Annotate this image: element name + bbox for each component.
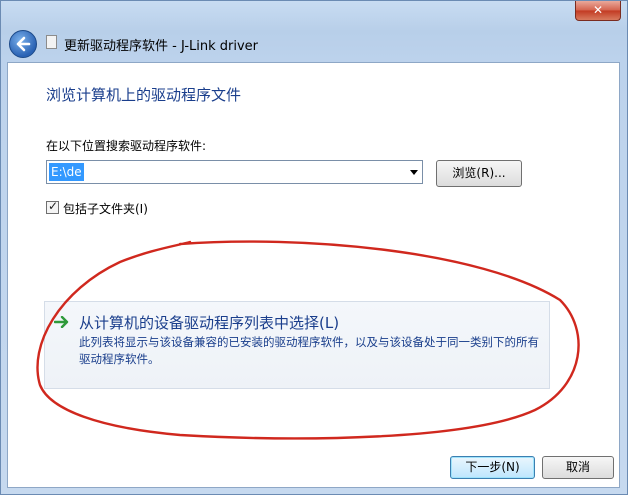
chevron-down-icon[interactable] [410,170,418,175]
back-arrow-icon [16,36,31,52]
search-location-label: 在以下位置搜索驱动程序软件: [46,139,207,153]
green-arrow-icon [54,316,69,328]
content-panel [7,62,620,488]
page-heading: 浏览计算机上的驱动程序文件 [46,86,242,104]
include-subfolders-checkbox[interactable]: ✓ [46,199,59,214]
close-button[interactable]: ✕ [575,1,621,21]
close-icon: ✕ [592,3,604,17]
include-subfolders-label[interactable]: 包括子文件夹(I) [63,200,148,217]
pick-from-list-title[interactable]: 从计算机的设备驱动程序列表中选择(L) [79,312,339,333]
device-driver-icon [46,35,57,49]
path-combobox[interactable]: E:\de [46,160,423,184]
pick-from-list-description: 此列表将显示与该设备兼容的已安装的驱动程序软件，以及与该设备处于同一类别下的所有… [79,335,539,366]
path-value[interactable]: E:\de [49,163,84,181]
browse-button[interactable]: 浏览(R)... [436,160,522,187]
window-title: 更新驱动程序软件 - J-Link driver [64,39,259,54]
cancel-button[interactable]: 取消 [542,456,614,479]
next-button[interactable]: 下一步(N) [450,456,535,479]
back-button[interactable] [9,30,37,58]
checkmark-icon: ✓ [48,199,59,213]
